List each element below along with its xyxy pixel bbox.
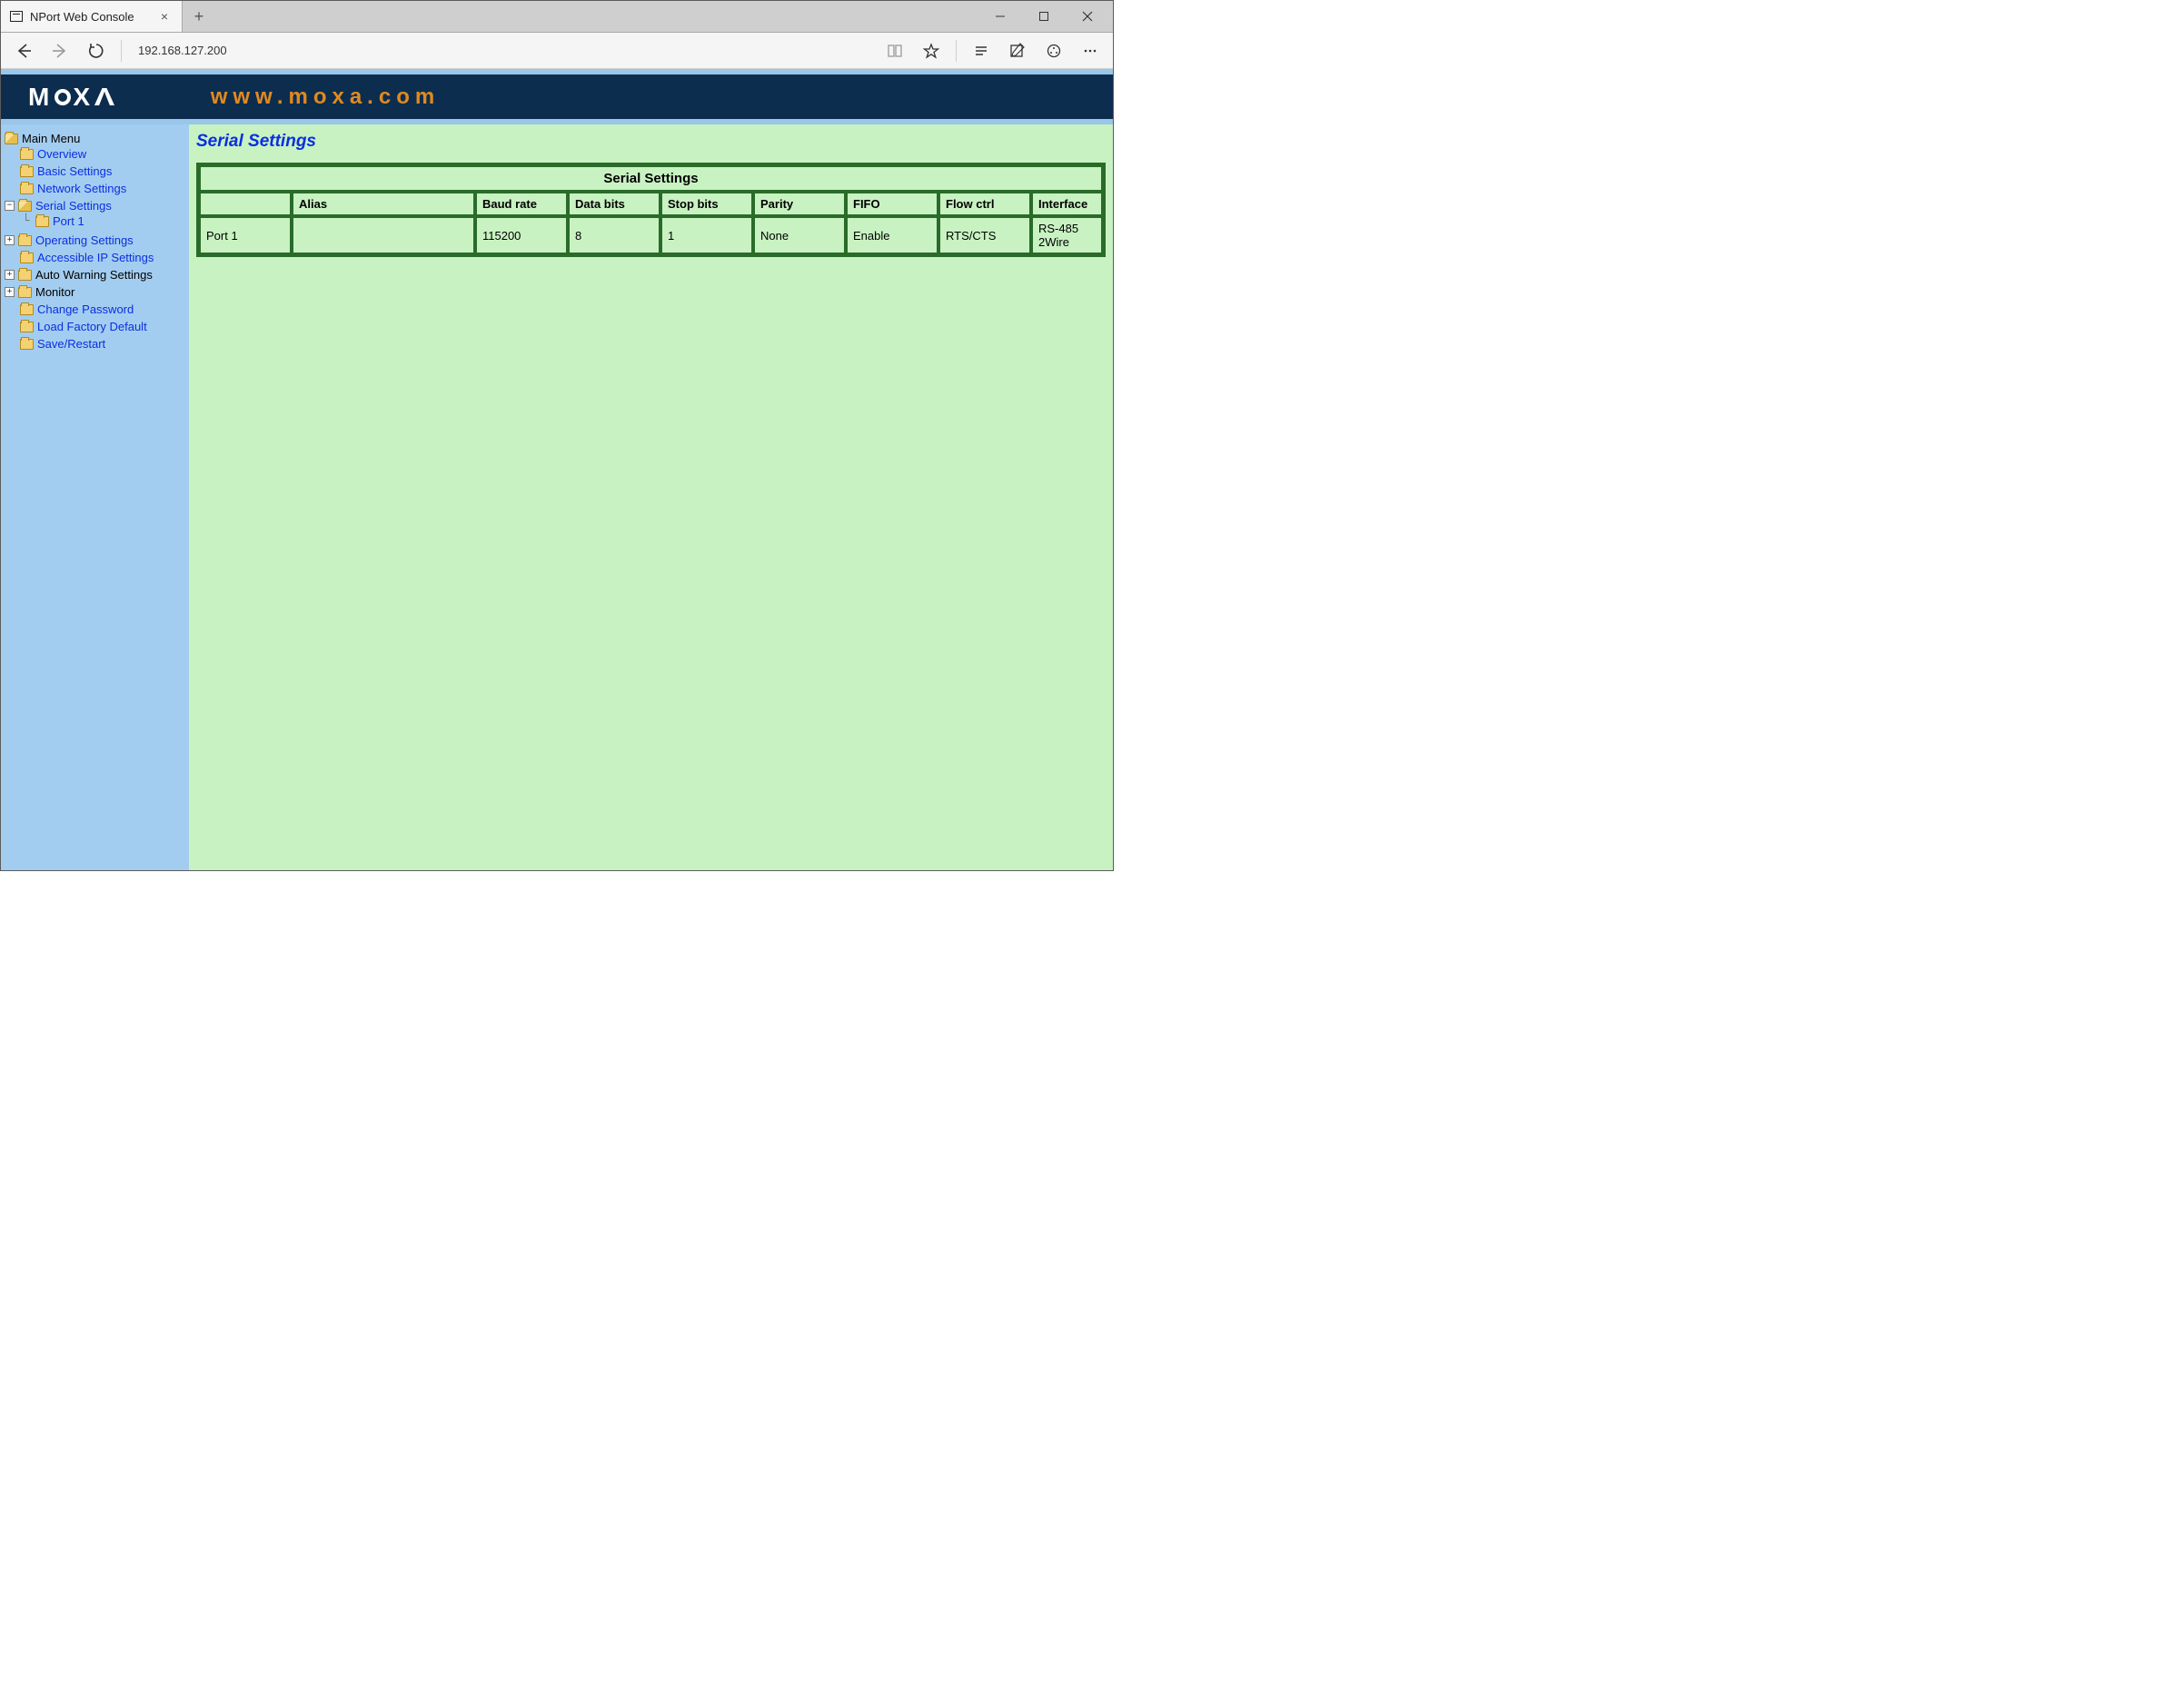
col-alias: Alias	[293, 193, 474, 215]
cell-port[interactable]: Port 1	[200, 217, 291, 253]
expand-icon[interactable]: +	[5, 287, 15, 297]
col-baud: Baud rate	[476, 193, 567, 215]
sidebar-item-overview[interactable]: Overview	[37, 147, 86, 161]
cell-baud: 115200	[476, 217, 567, 253]
sidebar-item-save-restart[interactable]: Save/Restart	[37, 337, 105, 351]
cell-stopbits: 1	[661, 217, 752, 253]
folder-open-icon	[5, 134, 18, 144]
minimize-button[interactable]	[980, 4, 1020, 29]
sidebar-item-serial-port1[interactable]: Port 1	[53, 214, 84, 228]
expand-icon[interactable]: +	[5, 235, 15, 245]
folder-icon	[20, 322, 34, 332]
sidebar-item-operating-settings[interactable]: Operating Settings	[35, 233, 134, 247]
refresh-button[interactable]	[79, 36, 114, 65]
hub-icon[interactable]	[964, 36, 998, 65]
share-icon[interactable]	[1037, 36, 1071, 65]
folder-icon	[20, 166, 34, 177]
col-parity: Parity	[754, 193, 845, 215]
new-tab-button[interactable]: +	[183, 1, 215, 32]
sidebar-nav: Main Menu Overview Basic Settings Networ…	[1, 124, 189, 870]
collapse-icon[interactable]: −	[5, 201, 15, 211]
table-row: Port 1 115200 8 1 None Enable RTS/CTS RS…	[200, 217, 1102, 253]
browser-toolbar: 192.168.127.200	[1, 33, 1113, 69]
folder-icon	[20, 183, 34, 194]
content-pane: Serial Settings Serial Settings Alias Ba…	[189, 124, 1113, 870]
moxa-banner: MXΛ www.moxa.com	[1, 69, 1113, 124]
folder-open-icon	[18, 201, 32, 212]
web-note-icon[interactable]	[1000, 36, 1035, 65]
moxa-logo: MXΛ	[28, 83, 120, 112]
folder-icon	[18, 235, 32, 246]
title-tab-bar: NPort Web Console × +	[1, 1, 1113, 33]
sidebar-root: Main Menu	[22, 132, 80, 145]
sidebar-item-monitor[interactable]: Monitor	[35, 285, 74, 299]
page-title: Serial Settings	[196, 132, 1106, 152]
cell-databits: 8	[569, 217, 660, 253]
serial-settings-table: Serial Settings Alias Baud rate Data bit…	[196, 163, 1106, 257]
reading-view-icon[interactable]	[878, 36, 912, 65]
moxa-url: www.moxa.com	[211, 84, 441, 110]
col-databits: Data bits	[569, 193, 660, 215]
browser-window: NPort Web Console × + 192.168.127.20	[0, 0, 1114, 871]
sidebar-item-accessible-ip[interactable]: Accessible IP Settings	[37, 251, 154, 264]
forward-button[interactable]	[43, 36, 77, 65]
more-icon[interactable]	[1073, 36, 1107, 65]
close-window-button[interactable]	[1067, 4, 1107, 29]
sidebar-item-network-settings[interactable]: Network Settings	[37, 182, 126, 195]
expand-icon[interactable]: +	[5, 270, 15, 280]
folder-icon	[35, 216, 49, 227]
maximize-button[interactable]	[1024, 4, 1064, 29]
favorite-star-icon[interactable]	[914, 36, 948, 65]
col-fifo: FIFO	[847, 193, 938, 215]
sidebar-item-serial-settings[interactable]: Serial Settings	[35, 199, 112, 213]
folder-icon	[18, 270, 32, 281]
cell-alias	[293, 217, 474, 253]
folder-icon	[20, 339, 34, 350]
col-iface: Interface	[1032, 193, 1102, 215]
cell-fifo: Enable	[847, 217, 938, 253]
address-text: 192.168.127.200	[138, 44, 227, 57]
table-caption: Serial Settings	[200, 166, 1102, 191]
cell-iface: RS-485 2Wire	[1032, 217, 1102, 253]
tab-title: NPort Web Console	[30, 10, 156, 24]
browser-tab[interactable]: NPort Web Console ×	[1, 1, 183, 32]
window-controls	[215, 1, 1113, 32]
col-stopbits: Stop bits	[661, 193, 752, 215]
col-flow: Flow ctrl	[939, 193, 1030, 215]
col-port	[200, 193, 291, 215]
sidebar-item-basic-settings[interactable]: Basic Settings	[37, 164, 112, 178]
folder-icon	[20, 304, 34, 315]
folder-icon	[20, 149, 34, 160]
sidebar-item-load-factory[interactable]: Load Factory Default	[37, 320, 147, 333]
cell-flow: RTS/CTS	[939, 217, 1030, 253]
folder-icon	[20, 253, 34, 263]
separator	[956, 40, 957, 62]
page-viewport: MXΛ www.moxa.com Main Menu Overview Basi…	[1, 69, 1113, 870]
back-button[interactable]	[6, 36, 41, 65]
separator	[121, 40, 122, 62]
sidebar-item-auto-warning[interactable]: Auto Warning Settings	[35, 268, 153, 282]
folder-icon	[18, 287, 32, 298]
cell-parity: None	[754, 217, 845, 253]
close-icon[interactable]: ×	[156, 9, 173, 24]
page-icon	[10, 11, 23, 22]
sidebar-item-change-password[interactable]: Change Password	[37, 302, 134, 316]
address-bar[interactable]: 192.168.127.200	[129, 38, 876, 64]
